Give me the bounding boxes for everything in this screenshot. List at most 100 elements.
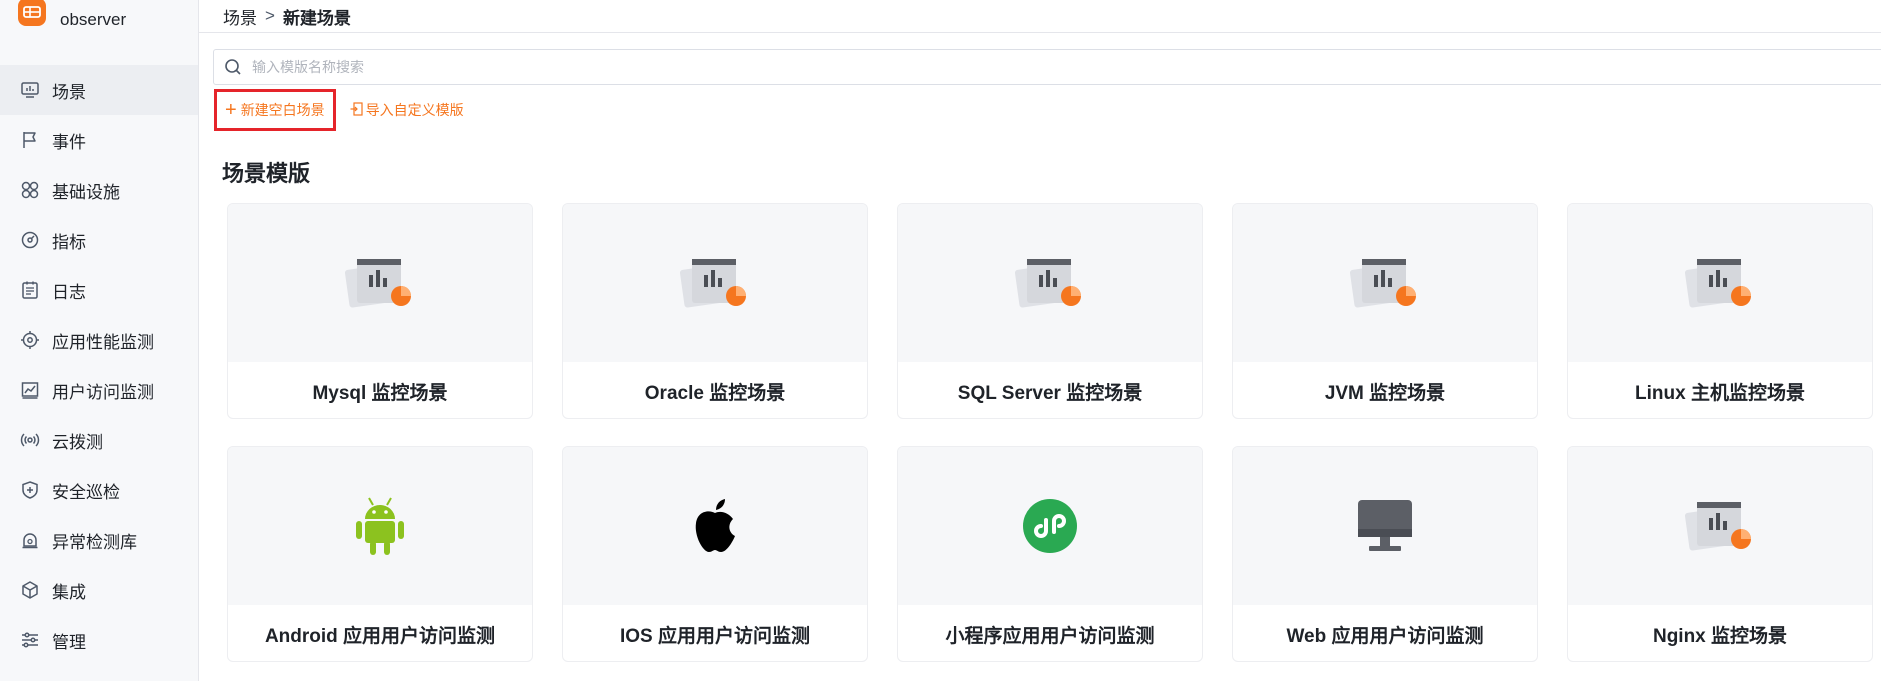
- new-blank-scene-label: 新建空白场景: [240, 102, 325, 118]
- dashboard-chart-icon: [1685, 259, 1751, 308]
- sidebar-item-rum[interactable]: 用户访问监测: [0, 365, 198, 415]
- import-custom-template-label: 导入自定义模版: [365, 102, 464, 118]
- template-card-mini-program[interactable]: 小程序应用用户访问监测: [897, 446, 1203, 662]
- apple-icon: [695, 499, 735, 552]
- card-thumbnail: [228, 447, 532, 605]
- card-title: Oracle 监控场景: [644, 382, 786, 404]
- sidebar-item-security[interactable]: 安全巡检: [0, 465, 198, 515]
- card-title: 小程序应用用户访问监测: [945, 625, 1155, 647]
- sidebar-item-label: 集成: [52, 582, 86, 602]
- template-grid: Mysql 监控场景 Oracle 监控场景 SQL Server 监控场景 J…: [227, 203, 1881, 662]
- dashboard-chart-icon: [1015, 259, 1081, 308]
- action-bar: + 新建空白场景 导入自定义模版: [213, 89, 1881, 131]
- app-root: observer 场景 事件 基础设施 指标 日志 应用性能监测 用户访问监测 …: [0, 0, 1881, 681]
- card-thumbnail: [898, 447, 1202, 605]
- template-card-ios[interactable]: IOS 应用用户访问监测: [562, 446, 868, 662]
- card-thumbnail: [228, 204, 532, 362]
- card-thumbnail: [1568, 204, 1872, 362]
- sidebar-item-label: 云拨测: [52, 432, 103, 452]
- card-thumbnail: [1233, 447, 1537, 605]
- card-thumbnail: [1233, 204, 1537, 362]
- search-icon: [224, 58, 242, 76]
- mini-program-icon: [1023, 499, 1077, 553]
- section-title: 场景模版: [222, 161, 311, 186]
- sidebar-item-apm[interactable]: 应用性能监测: [0, 315, 198, 365]
- sidebar-item-metrics[interactable]: 指标: [0, 215, 198, 265]
- sidebar-item-label: 用户访问监测: [52, 382, 154, 402]
- card-title: Mysql 监控场景: [312, 382, 448, 404]
- four-circles-icon: [20, 180, 40, 200]
- plus-icon: +: [225, 99, 237, 121]
- card-title: Android 应用用户访问监测: [264, 625, 496, 647]
- breadcrumb: 场景 > 新建场景: [199, 0, 1881, 33]
- sidebar-item-label: 异常检测库: [52, 532, 137, 552]
- template-card-nginx[interactable]: Nginx 监控场景: [1567, 446, 1873, 662]
- card-title: JVM 监控场景: [1324, 382, 1446, 404]
- template-card-linux-host[interactable]: Linux 主机监控场景: [1567, 203, 1873, 419]
- card-title: IOS 应用用户访问监测: [619, 625, 810, 647]
- template-card-sqlserver[interactable]: SQL Server 监控场景: [897, 203, 1203, 419]
- card-title: Web 应用用户访问监测: [1286, 625, 1484, 647]
- brand[interactable]: observer: [0, 0, 198, 40]
- dashboard-chart-icon: [345, 259, 411, 308]
- dashboard-chart-icon: [1685, 502, 1751, 551]
- sidebar-item-label: 管理: [52, 632, 86, 652]
- sidebar-item-dial-testing[interactable]: 云拨测: [0, 415, 198, 465]
- template-card-oracle[interactable]: Oracle 监控场景: [562, 203, 868, 419]
- list-document-icon: [20, 280, 40, 300]
- sidebar-nav: 场景 事件 基础设施 指标 日志 应用性能监测 用户访问监测 云拨测 安全巡检 …: [0, 65, 198, 665]
- import-icon: [350, 101, 363, 119]
- template-card-mysql[interactable]: Mysql 监控场景: [227, 203, 533, 419]
- sidebar-item-management[interactable]: 管理: [0, 615, 198, 665]
- sliders-icon: [20, 630, 40, 650]
- main-content: 场景 > 新建场景 + 新建空白场景 导入自定义模: [199, 0, 1881, 681]
- sidebar-item-label: 场景: [52, 82, 86, 102]
- sidebar-item-logs[interactable]: 日志: [0, 265, 198, 315]
- sidebar-item-integration[interactable]: 集成: [0, 565, 198, 615]
- sidebar-item-label: 事件: [52, 132, 86, 152]
- card-thumbnail: [1568, 447, 1872, 605]
- radio-waves-icon: [20, 430, 40, 450]
- app-name: observer: [60, 10, 127, 29]
- search-input[interactable]: [252, 59, 852, 75]
- card-thumbnail: [563, 204, 867, 362]
- breadcrumb-parent-link[interactable]: 场景: [223, 4, 257, 29]
- observer-logo-icon: [18, 0, 46, 26]
- monitor-chart-icon: [20, 80, 40, 100]
- template-card-web[interactable]: Web 应用用户访问监测: [1232, 446, 1538, 662]
- cube-icon: [20, 580, 40, 600]
- sidebar-item-label: 日志: [52, 282, 86, 302]
- card-title: Linux 主机监控场景: [1635, 382, 1805, 404]
- sidebar-item-anomaly-library[interactable]: 异常检测库: [0, 515, 198, 565]
- new-blank-scene-button[interactable]: + 新建空白场景: [214, 89, 336, 131]
- sidebar-item-label: 基础设施: [52, 182, 120, 202]
- sidebar-item-infrastructure[interactable]: 基础设施: [0, 165, 198, 215]
- sidebar-item-label: 应用性能监测: [52, 332, 154, 352]
- template-card-jvm[interactable]: JVM 监控场景: [1232, 203, 1538, 419]
- alarm-icon: [20, 530, 40, 550]
- search-box[interactable]: [213, 49, 1881, 85]
- target-icon: [20, 330, 40, 350]
- dashboard-chart-icon: [680, 259, 746, 308]
- import-custom-template-button[interactable]: 导入自定义模版: [350, 100, 464, 120]
- template-card-android[interactable]: Android 应用用户访问监测: [227, 446, 533, 662]
- gauge-icon: [20, 230, 40, 250]
- sidebar-item-events[interactable]: 事件: [0, 115, 198, 165]
- sidebar-item-label: 安全巡检: [52, 482, 120, 502]
- card-title: SQL Server 监控场景: [957, 382, 1143, 404]
- desktop-monitor-icon: [1358, 500, 1412, 551]
- line-chart-icon: [20, 380, 40, 400]
- sidebar-item-label: 指标: [52, 232, 86, 252]
- sidebar-item-scenes[interactable]: 场景: [0, 65, 198, 115]
- breadcrumb-separator: >: [265, 6, 275, 25]
- page-title: 新建场景: [282, 8, 351, 28]
- flag-icon: [20, 130, 40, 150]
- sidebar: observer 场景 事件 基础设施 指标 日志 应用性能监测 用户访问监测 …: [0, 0, 199, 681]
- android-icon: [356, 497, 404, 555]
- card-thumbnail: [898, 204, 1202, 362]
- card-title: Nginx 监控场景: [1652, 625, 1788, 647]
- dashboard-chart-icon: [1350, 259, 1416, 308]
- card-thumbnail: [563, 447, 867, 605]
- template-panel: + 新建空白场景 导入自定义模版 场景模版 Mysql 监控场景: [199, 33, 1881, 662]
- shield-icon: [20, 480, 40, 500]
